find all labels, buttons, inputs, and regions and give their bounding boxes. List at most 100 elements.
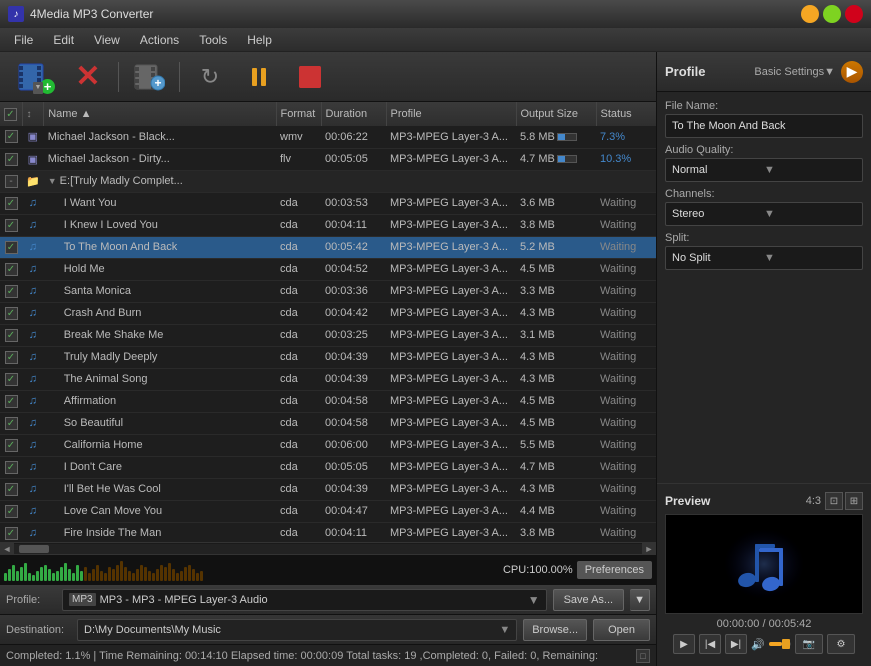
player-prev-button[interactable]: |◀	[699, 634, 721, 654]
scroll-left[interactable]: ◄	[0, 543, 14, 555]
preferences-button[interactable]: Preferences	[577, 561, 652, 579]
row-checkbox[interactable]	[5, 351, 18, 364]
table-row[interactable]: ▣ Michael Jackson - Black... wmv 00:06:2…	[0, 126, 656, 148]
table-row[interactable]: ♫ So Beautiful cda 00:04:58 MP3-MPEG Lay…	[0, 412, 656, 434]
open-button[interactable]: Open	[593, 619, 650, 641]
row-checkbox[interactable]	[5, 483, 18, 496]
row-checkbox[interactable]	[5, 307, 18, 320]
maximize-button[interactable]	[823, 5, 841, 23]
row-checkbox[interactable]	[5, 241, 18, 254]
file-name-input[interactable]	[665, 114, 863, 138]
camera-button[interactable]: 📷	[795, 634, 823, 654]
row-status: Waiting	[596, 214, 656, 236]
row-name: Affirmation	[44, 390, 276, 412]
row-checkbox[interactable]	[5, 439, 18, 452]
table-row[interactable]: ♫ Santa Monica cda 00:03:36 MP3-MPEG Lay…	[0, 280, 656, 302]
basic-settings-dropdown[interactable]: Basic Settings▼	[754, 66, 835, 78]
col-format[interactable]: Format	[276, 102, 321, 126]
row-checkbox[interactable]	[5, 329, 18, 342]
table-row[interactable]: ♫ I Don't Care cda 00:05:05 MP3-MPEG Lay…	[0, 456, 656, 478]
scroll-track[interactable]	[14, 544, 642, 554]
row-checkbox[interactable]	[5, 505, 18, 518]
table-row[interactable]: ♫ Affirmation cda 00:04:58 MP3-MPEG Laye…	[0, 390, 656, 412]
minimize-button[interactable]	[801, 5, 819, 23]
table-row[interactable]: ♫ California Home cda 00:06:00 MP3-MPEG …	[0, 434, 656, 456]
table-row[interactable]: ♫ Crash And Burn cda 00:04:42 MP3-MPEG L…	[0, 302, 656, 324]
row-icon-cell: ♫	[22, 500, 44, 522]
col-name[interactable]: Name ▲	[44, 102, 276, 126]
next-button[interactable]: ▶	[841, 61, 863, 83]
scroll-thumb[interactable]	[19, 545, 49, 553]
row-icon-cell: 📁	[22, 170, 44, 192]
row-checkbox[interactable]	[5, 395, 18, 408]
table-row[interactable]: ♫ Fire Inside The Man cda 00:04:11 MP3-M…	[0, 522, 656, 542]
row-checkbox[interactable]	[5, 153, 18, 166]
save-as-button[interactable]: Save As...	[553, 589, 625, 611]
row-size: 4.7 MB	[516, 456, 596, 478]
horizontal-scrollbar[interactable]: ◄ ►	[0, 542, 656, 554]
audio-quality-select[interactable]: Normal ▼	[665, 158, 863, 182]
file-rows: ▣ Michael Jackson - Black... wmv 00:06:2…	[0, 126, 656, 542]
menu-help[interactable]: Help	[237, 31, 282, 49]
waveform-bar: CPU:100.00% Preferences	[0, 554, 656, 584]
preview-expand-button[interactable]: ⊡	[825, 492, 843, 510]
add-file-button[interactable]: + ▼	[8, 58, 60, 96]
row-checkbox[interactable]	[5, 175, 18, 188]
menu-edit[interactable]: Edit	[43, 31, 84, 49]
file-list[interactable]: ↕ Name ▲ Format Duration Profile Output …	[0, 102, 656, 542]
table-row[interactable]: ♫ I'll Bet He Was Cool cda 00:04:39 MP3-…	[0, 478, 656, 500]
row-checkbox[interactable]	[5, 527, 18, 540]
add-task-button[interactable]: +	[127, 58, 171, 96]
table-row[interactable]: ▣ Michael Jackson - Dirty... flv 00:05:0…	[0, 148, 656, 170]
row-checkbox[interactable]	[5, 285, 18, 298]
row-checkbox[interactable]	[5, 263, 18, 276]
row-checkbox[interactable]	[5, 461, 18, 474]
menu-tools[interactable]: Tools	[189, 31, 237, 49]
row-checkbox-cell	[0, 214, 22, 236]
menu-file[interactable]: File	[4, 31, 43, 49]
menu-view[interactable]: View	[84, 31, 130, 49]
volume-slider[interactable]	[769, 642, 791, 646]
player-next-button[interactable]: ▶|	[725, 634, 747, 654]
table-row[interactable]: ♫ I Knew I Loved You cda 00:04:11 MP3-MP…	[0, 214, 656, 236]
col-status[interactable]: Status	[596, 102, 656, 126]
stop-button[interactable]	[288, 58, 332, 96]
row-icon-cell: ♫	[22, 368, 44, 390]
table-row[interactable]: ♫ I Want You cda 00:03:53 MP3-MPEG Layer…	[0, 192, 656, 214]
col-profile[interactable]: Profile	[386, 102, 516, 126]
table-row[interactable]: ♫ Hold Me cda 00:04:52 MP3-MPEG Layer-3 …	[0, 258, 656, 280]
split-select[interactable]: No Split ▼	[665, 246, 863, 270]
save-as-arrow[interactable]: ▼	[630, 589, 650, 611]
row-profile: MP3-MPEG Layer-3 A...	[386, 126, 516, 148]
table-row[interactable]: ♫ The Animal Song cda 00:04:39 MP3-MPEG …	[0, 368, 656, 390]
select-all-checkbox[interactable]	[4, 108, 17, 121]
row-checkbox-cell	[0, 456, 22, 478]
toolbar: + ▼ ✕ +	[0, 52, 656, 102]
table-row[interactable]: ♫ To The Moon And Back cda 00:05:42 MP3-…	[0, 236, 656, 258]
channels-select[interactable]: Stereo ▼	[665, 202, 863, 226]
settings-small-button[interactable]: ⚙	[827, 634, 855, 654]
scroll-right[interactable]: ►	[642, 543, 656, 555]
row-checkbox[interactable]	[5, 219, 18, 232]
status-icon-button[interactable]: □	[636, 649, 650, 663]
browse-button[interactable]: Browse...	[523, 619, 587, 641]
refresh-button[interactable]: ↻	[188, 58, 232, 96]
remove-button[interactable]: ✕	[66, 58, 110, 96]
col-duration[interactable]: Duration	[321, 102, 386, 126]
col-size[interactable]: Output Size	[516, 102, 596, 126]
row-checkbox[interactable]	[5, 130, 18, 143]
menu-actions[interactable]: Actions	[130, 31, 189, 49]
table-row[interactable]: 📁 ▼ E:[Truly Madly Complet...	[0, 170, 656, 192]
pause-button[interactable]	[238, 58, 282, 96]
table-row[interactable]: ♫ Break Me Shake Me cda 00:03:25 MP3-MPE…	[0, 324, 656, 346]
row-checkbox[interactable]	[5, 373, 18, 386]
table-row[interactable]: ♫ Love Can Move You cda 00:04:47 MP3-MPE…	[0, 500, 656, 522]
row-checkbox[interactable]	[5, 197, 18, 210]
row-status: Waiting	[596, 324, 656, 346]
row-checkbox[interactable]	[5, 417, 18, 430]
preview-extra-button[interactable]: ⊞	[845, 492, 863, 510]
close-button[interactable]	[845, 5, 863, 23]
play-button[interactable]: ▶	[673, 634, 695, 654]
row-format: cda	[276, 500, 321, 522]
table-row[interactable]: ♫ Truly Madly Deeply cda 00:04:39 MP3-MP…	[0, 346, 656, 368]
